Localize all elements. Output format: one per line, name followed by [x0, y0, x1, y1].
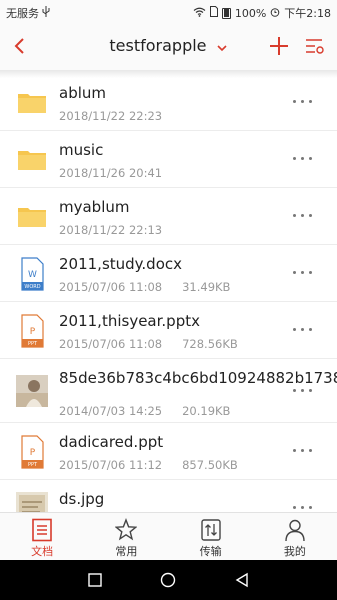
more-options-button[interactable] [291, 149, 315, 169]
file-date: 2015/07/06 11:12 [59, 458, 163, 472]
file-list: ablum 2018/11/22 22:23 music 2018/11/26 … [0, 74, 337, 512]
back-nav-button[interactable] [234, 572, 250, 588]
more-options-button[interactable] [291, 320, 315, 340]
tab-profile[interactable]: 我的 [253, 513, 337, 560]
file-date: 2014/07/03 14:25 [59, 404, 163, 418]
file-date: 2015/07/06 11:08 [59, 280, 163, 294]
file-name: 85de36b783c4bc6bd10924882b173858.jpg [59, 369, 337, 387]
chevron-down-icon [216, 37, 228, 56]
more-options-button[interactable] [291, 206, 315, 226]
file-meta: 2014/07/03 14:25 20.19KB [59, 404, 230, 418]
tab-documents[interactable]: 文档 [0, 513, 84, 560]
image-thumbnail [16, 492, 48, 512]
folder-icon [16, 200, 48, 232]
list-item[interactable]: P PPT dadicared.ppt 2015/07/06 11:12 857.… [0, 423, 337, 480]
more-options-button[interactable] [291, 92, 315, 112]
list-item[interactable]: ablum 2018/11/22 22:23 [0, 74, 337, 131]
clock-label: 下午2:18 [284, 7, 331, 20]
word-doc-icon: W WORD [16, 257, 48, 291]
tab-label: 传输 [199, 545, 222, 558]
carrier-label: 无服务 [6, 7, 39, 20]
bottom-tab-bar: 文档 常用 传输 我的 [0, 512, 337, 560]
battery-label: 100% [234, 6, 267, 20]
list-item[interactable]: P PPT 2011,thisyear.pptx 2015/07/06 11:0… [0, 302, 337, 359]
file-meta: 2018/11/22 22:13 [59, 223, 162, 237]
file-meta: 2015/07/06 11:12 857.50KB [59, 458, 238, 472]
recents-button[interactable] [87, 572, 103, 588]
tab-favorites[interactable]: 常用 [84, 513, 168, 560]
file-meta: 2015/07/06 11:08 728.56KB [59, 337, 238, 351]
file-name: 2011,study.docx [59, 255, 182, 273]
file-name: myablum [59, 198, 130, 216]
file-size: 857.50KB [182, 458, 238, 472]
file-name: 2011,thisyear.pptx [59, 312, 200, 330]
svg-text:W: W [28, 270, 37, 280]
file-badge: PPT [28, 341, 38, 347]
tab-label: 我的 [283, 545, 306, 558]
document-icon [32, 518, 52, 542]
file-name: ds.jpg [59, 490, 105, 508]
list-item[interactable]: myablum 2018/11/22 22:13 [0, 188, 337, 245]
file-meta: 2018/11/22 22:23 [59, 109, 162, 123]
more-options-button[interactable] [291, 498, 315, 512]
home-button[interactable] [160, 572, 176, 588]
list-item[interactable]: 85de36b783c4bc6bd10924882b173858.jpg 201… [0, 359, 337, 423]
file-badge: PPT [28, 462, 38, 468]
list-item[interactable]: music 2018/11/26 20:41 [0, 131, 337, 188]
file-name: dadicared.ppt [59, 433, 164, 451]
transfer-icon [200, 519, 221, 541]
system-nav-bar [0, 560, 337, 600]
list-item[interactable]: W WORD 2011,study.docx 2015/07/06 11:08 3… [0, 245, 337, 302]
sim-icon [209, 6, 218, 20]
battery-icon [221, 7, 231, 19]
star-icon [115, 518, 138, 541]
file-date: 2018/11/22 22:23 [59, 109, 163, 123]
folder-icon [16, 86, 48, 118]
plus-icon [270, 37, 288, 55]
sort-settings-button[interactable] [301, 33, 327, 59]
file-size: 20.19KB [182, 404, 231, 418]
folder-icon [16, 143, 48, 175]
file-badge: WORD [24, 284, 40, 290]
tab-transfer[interactable]: 传输 [169, 513, 253, 560]
file-meta: 2018/11/26 20:41 [59, 166, 162, 180]
file-date: 2015/07/06 11:08 [59, 337, 163, 351]
triangle-back-icon [235, 572, 248, 588]
status-left: 无服务 [6, 5, 50, 21]
wifi-icon [193, 7, 206, 20]
file-name: ablum [59, 84, 106, 102]
file-size: 31.49KB [182, 280, 231, 294]
more-options-button[interactable] [291, 263, 315, 283]
tab-label: 常用 [115, 545, 138, 558]
image-thumbnail [16, 375, 48, 407]
tab-label: 文档 [31, 545, 54, 558]
file-name: music [59, 141, 104, 159]
ppt-doc-icon: P PPT [16, 435, 48, 469]
alarm-icon [270, 7, 280, 20]
profile-icon [285, 519, 305, 542]
more-options-button[interactable] [291, 381, 315, 401]
file-size: 728.56KB [182, 337, 238, 351]
more-options-button[interactable] [291, 441, 315, 461]
square-icon [88, 573, 102, 587]
file-date: 2018/11/22 22:13 [59, 223, 163, 237]
page-title: testforapple [109, 36, 207, 55]
add-button[interactable] [266, 33, 292, 59]
sort-filter-icon [306, 39, 324, 54]
file-date: 2018/11/26 20:41 [59, 166, 163, 180]
svg-text:P: P [30, 448, 36, 458]
file-meta: 2015/07/06 11:08 31.49KB [59, 280, 230, 294]
list-item[interactable]: ds.jpg [0, 480, 337, 512]
circle-icon [160, 572, 176, 588]
usb-icon [42, 6, 50, 20]
svg-text:P: P [30, 327, 36, 337]
ppt-doc-icon: P PPT [16, 314, 48, 348]
status-bar: 无服务 100% 下午2:18 [0, 0, 337, 24]
app-header: testforapple [0, 24, 337, 70]
status-right: 100% 下午2:18 [193, 5, 331, 21]
